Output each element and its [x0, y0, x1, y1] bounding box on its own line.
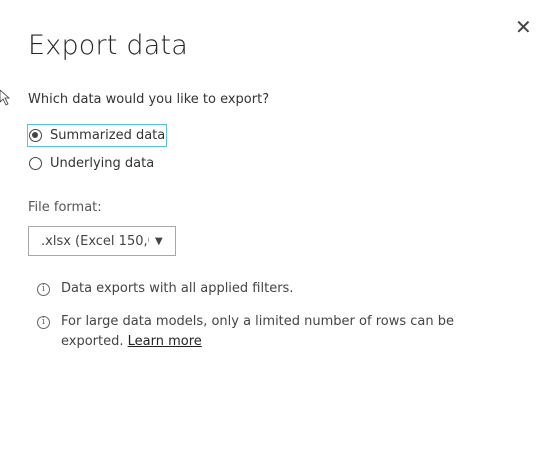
chevron-down-icon: ▼	[155, 235, 163, 247]
file-format-value: .xlsx (Excel 150,0C	[41, 233, 149, 249]
info-note: i Data exports with all applied filters.	[37, 279, 457, 299]
radio-underlying-data[interactable]: Underlying data	[28, 153, 154, 174]
info-icon: i	[37, 283, 50, 296]
close-button[interactable]: ✕	[515, 17, 532, 37]
radio-label: Underlying data	[50, 156, 155, 171]
info-text: Data exports with all applied filters.	[61, 281, 294, 296]
radio-unselected-icon	[29, 157, 42, 170]
radio-label: Summarized data	[50, 128, 166, 143]
radio-selected-icon	[29, 129, 42, 142]
info-text: For large data models, only a limited nu…	[61, 314, 454, 349]
radio-summarized-data[interactable]: Summarized data	[26, 124, 168, 147]
file-format-dropdown[interactable]: .xlsx (Excel 150,0C ▼	[28, 226, 176, 256]
dialog-title: Export data	[28, 30, 188, 61]
learn-more-link[interactable]: Learn more	[128, 334, 202, 349]
file-format-label: File format:	[28, 200, 102, 215]
mouse-cursor-icon	[0, 90, 10, 106]
info-icon: i	[37, 316, 50, 329]
export-question: Which data would you like to export?	[28, 92, 270, 107]
info-note: i For large data models, only a limited …	[37, 312, 457, 352]
